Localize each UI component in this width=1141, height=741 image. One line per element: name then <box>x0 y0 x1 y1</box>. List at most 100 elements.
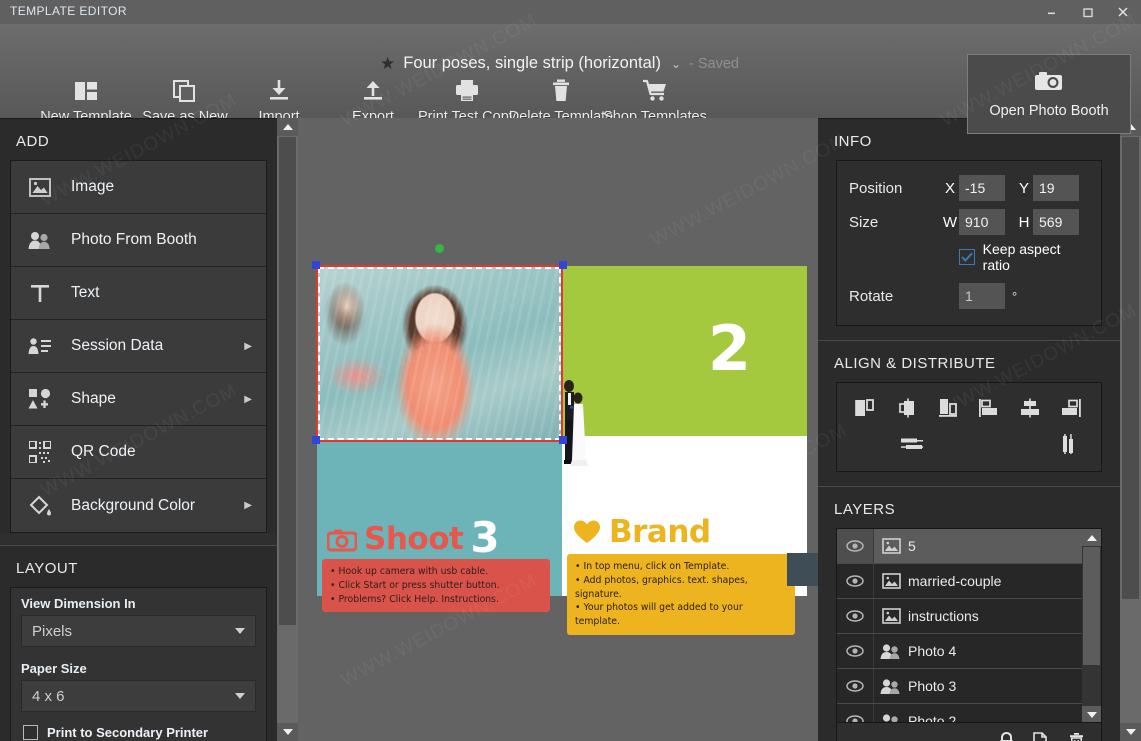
duplicate-layer-icon[interactable] <box>1033 731 1050 741</box>
save-as-new-button[interactable]: Save as New <box>138 71 232 125</box>
layers-scrollbar[interactable] <box>1082 529 1101 722</box>
title-bar: TEMPLATE EDITOR <box>0 0 1141 24</box>
layer-row[interactable]: Photo 4 <box>837 634 1101 669</box>
align-distribute-section: ALIGN & DISTRIBUTE <box>818 341 1120 487</box>
layer-visibility-icon[interactable] <box>837 599 874 633</box>
scroll-down-button[interactable] <box>277 723 298 741</box>
add-item-text[interactable]: Text <box>11 267 266 320</box>
rotate-input[interactable] <box>959 283 1005 309</box>
align-top-button[interactable] <box>969 393 1010 427</box>
saved-status-label: - Saved <box>689 55 739 72</box>
delete-layer-icon[interactable] <box>1068 732 1085 741</box>
scroll-thumb[interactable] <box>1122 137 1139 599</box>
close-button[interactable] <box>1105 0 1141 24</box>
add-item-label: QR Code <box>71 443 136 460</box>
brand-bullet: Your photos will get added to your templ… <box>575 601 787 629</box>
new-template-button[interactable]: New Template <box>34 71 138 125</box>
rotate-handle[interactable] <box>435 244 444 253</box>
layer-name: 5 <box>908 538 916 554</box>
lock-layer-icon[interactable] <box>998 731 1015 741</box>
info-section: INFO Position X Y Size W H <box>818 119 1120 341</box>
add-item-background-color[interactable]: Background Color ▶ <box>11 479 266 532</box>
layers-scroll-up-button[interactable] <box>1082 529 1101 546</box>
left-panel-scrollbar[interactable] <box>277 118 298 741</box>
size-label: Size <box>849 213 879 231</box>
layer-row[interactable]: Photo 3 <box>837 669 1101 704</box>
rotate-row: Rotate ° <box>849 279 1089 313</box>
layers-list[interactable]: 5 married-couple instructions Photo 4 Ph… <box>837 529 1101 723</box>
secondary-printer-checkbox[interactable] <box>23 725 38 740</box>
layers-scroll-thumb[interactable] <box>1083 547 1100 665</box>
canvas-photo-2-placeholder[interactable]: 2 <box>562 266 807 436</box>
right-panel-scrollbar[interactable] <box>1120 118 1141 741</box>
template-paper[interactable]: 2 Shoot 3 Hook up camera with usb cable.… <box>312 244 818 635</box>
shape-icon <box>23 388 57 410</box>
married-couple-sticker[interactable] <box>559 376 589 471</box>
import-button[interactable]: Import <box>232 71 326 125</box>
position-y-input[interactable] <box>1033 175 1079 201</box>
scroll-up-button[interactable] <box>277 118 298 136</box>
add-item-session-data[interactable]: Session Data ▶ <box>11 320 266 373</box>
favorite-star-icon[interactable]: ★ <box>380 55 395 72</box>
view-dimension-value: Pixels <box>32 622 73 640</box>
resize-handle-top-left[interactable] <box>312 261 320 269</box>
resize-handle-top-right[interactable] <box>559 261 567 269</box>
add-items-list: Image Photo From Booth Text Session Data… <box>10 160 267 533</box>
add-item-label: Image <box>71 178 115 195</box>
size-h-input[interactable] <box>1033 209 1079 235</box>
scroll-thumb[interactable] <box>279 137 296 625</box>
align-left-button[interactable] <box>847 393 888 427</box>
layer-visibility-icon[interactable] <box>837 634 874 668</box>
maximize-button[interactable] <box>1069 0 1105 24</box>
keep-aspect-ratio-row[interactable]: Keep aspect ratio <box>849 239 1089 279</box>
align-center-horizontal-button[interactable] <box>888 393 929 427</box>
align-middle-vertical-button[interactable] <box>1010 393 1051 427</box>
align-bottom-button[interactable] <box>1050 393 1091 427</box>
minimize-button[interactable] <box>1033 0 1069 24</box>
size-w-input[interactable] <box>959 209 1005 235</box>
layer-row[interactable]: married-couple <box>837 564 1101 599</box>
secondary-printer-row[interactable]: Print to Secondary Printer <box>11 718 266 741</box>
layers-scroll-down-button[interactable] <box>1082 706 1101 722</box>
distribute-vertical-button[interactable] <box>1047 429 1089 463</box>
layer-visibility-icon[interactable] <box>837 669 874 703</box>
add-item-shape[interactable]: Shape ▶ <box>11 373 266 426</box>
layer-visibility-icon[interactable] <box>837 564 874 598</box>
layer-row[interactable]: instructions <box>837 599 1101 634</box>
paper-size-select[interactable]: 4 x 6 <box>21 680 256 712</box>
chevron-right-icon: ▶ <box>244 393 252 405</box>
align-right-button[interactable] <box>928 393 969 427</box>
resize-handle-bottom-right[interactable] <box>559 436 567 444</box>
resize-handle-bottom-left[interactable] <box>312 436 320 444</box>
shop-templates-button[interactable]: Shop Templates <box>603 71 707 125</box>
export-button[interactable]: Export <box>326 71 420 125</box>
canvas-brand-block[interactable]: Brand In top menu, click on Template. Ad… <box>562 436 807 635</box>
scroll-down-button[interactable] <box>1120 723 1141 741</box>
add-item-image[interactable]: Image <box>11 161 266 214</box>
layer-row[interactable]: Photo 2 <box>837 704 1101 722</box>
layer-visibility-icon[interactable] <box>837 529 874 563</box>
print-test-copy-button[interactable]: Print Test Copy <box>418 71 516 125</box>
position-x-input[interactable] <box>959 175 1005 201</box>
image-icon <box>874 573 908 589</box>
new-template-icon <box>72 73 100 105</box>
delete-template-button[interactable]: Delete Template <box>509 71 613 125</box>
add-item-photo-from-booth[interactable]: Photo From Booth <box>11 214 266 267</box>
distribute-horizontal-button[interactable] <box>891 429 933 463</box>
canvas-shoot-block[interactable]: Shoot 3 Hook up camera with usb cable. C… <box>317 441 562 613</box>
keep-aspect-ratio-checkbox[interactable] <box>959 249 975 265</box>
open-photo-booth-button[interactable]: Open Photo Booth <box>967 54 1131 134</box>
add-section-title: ADD <box>16 133 50 150</box>
add-item-label: Photo From Booth <box>71 231 197 248</box>
view-dimension-select[interactable]: Pixels <box>21 615 256 647</box>
add-item-qr-code[interactable]: QR Code <box>11 426 266 479</box>
layers-toolbar <box>837 723 1101 741</box>
layer-row[interactable]: 5 <box>837 529 1101 564</box>
canvas-area[interactable]: 2 Shoot 3 Hook up camera with usb cable.… <box>298 118 818 741</box>
keep-aspect-ratio-label: Keep aspect ratio <box>982 241 1061 273</box>
layer-name: married-couple <box>908 573 1002 589</box>
chevron-down-icon[interactable]: ⌄ <box>671 57 681 71</box>
add-item-label: Background Color <box>71 496 196 514</box>
layer-visibility-icon[interactable] <box>837 704 874 722</box>
layers-box: 5 married-couple instructions Photo 4 Ph… <box>836 528 1102 741</box>
